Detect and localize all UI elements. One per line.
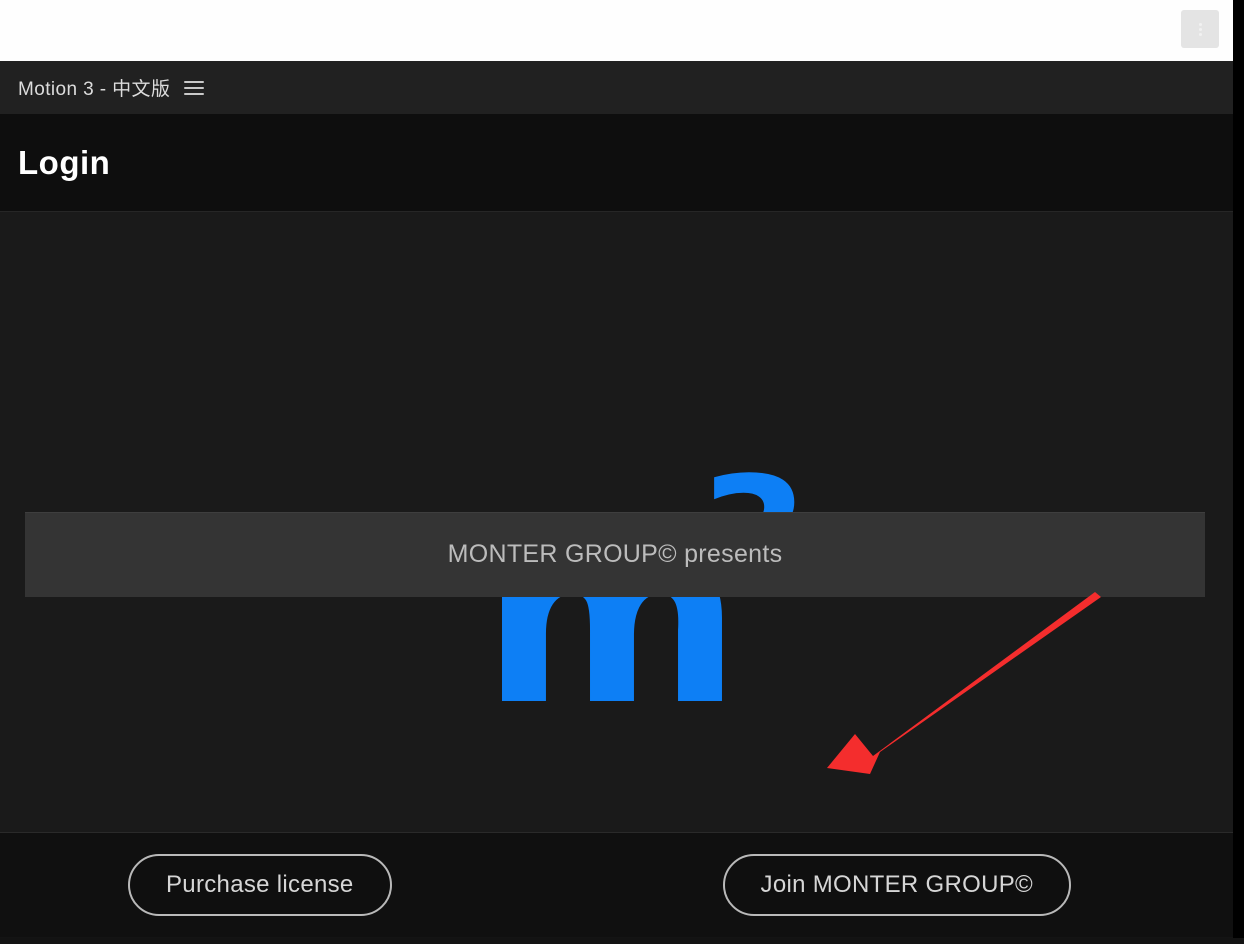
vertical-dots-icon	[1198, 22, 1202, 36]
purchase-license-button[interactable]: Purchase license	[128, 854, 392, 916]
right-gutter	[1233, 0, 1244, 944]
page-header: Login	[0, 114, 1233, 212]
host-browser-bar	[0, 0, 1233, 61]
bottom-gutter	[0, 938, 1244, 944]
host-menu-button[interactable]	[1181, 10, 1219, 48]
title-bar: Motion 3 - 中文版	[0, 61, 1233, 114]
main-content: m 3 MONTER GROUP© presents	[0, 212, 1233, 832]
application-window: Motion 3 - 中文版 Login m 3 MONTER GROUP© p…	[0, 61, 1233, 938]
page-title: Login	[18, 143, 111, 181]
footer-actions: Purchase license Join MONTER GROUP©	[0, 832, 1233, 937]
presenter-banner: MONTER GROUP© presents	[25, 512, 1205, 597]
join-monter-group-button[interactable]: Join MONTER GROUP©	[722, 854, 1071, 916]
presenter-text: MONTER GROUP© presents	[447, 540, 783, 568]
screenshot-root: Motion 3 - 中文版 Login m 3 MONTER GROUP© p…	[0, 0, 1244, 944]
hamburger-menu-icon[interactable]	[184, 78, 205, 98]
app-title: Motion 3 - 中文版	[18, 79, 171, 100]
